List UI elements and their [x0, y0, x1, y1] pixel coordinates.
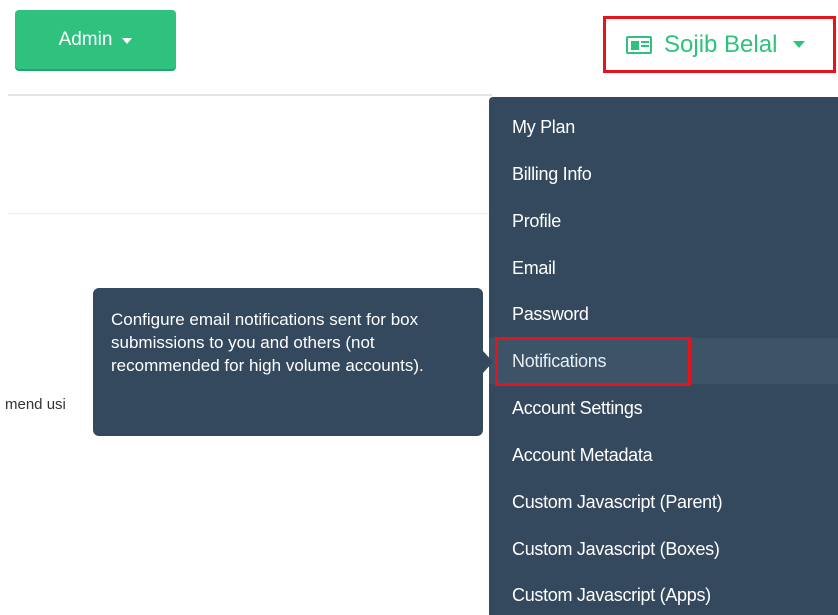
menu-item-my-plan[interactable]: My Plan: [489, 104, 838, 150]
user-menu-button[interactable]: Sojib Belal: [603, 16, 836, 73]
notifications-tooltip: Configure email notifications sent for b…: [93, 288, 483, 436]
menu-item-password[interactable]: Password: [489, 291, 838, 337]
menu-item-profile[interactable]: Profile: [489, 198, 838, 244]
admin-dropdown-button[interactable]: Admin: [15, 10, 176, 69]
caret-down-icon: [793, 41, 806, 48]
menu-item-account-settings[interactable]: Account Settings: [489, 385, 838, 431]
caret-down-icon: [122, 37, 133, 44]
divider: [8, 213, 492, 214]
user-name: Sojib Belal: [664, 30, 778, 58]
admin-button-label: Admin: [58, 28, 113, 50]
divider: [8, 94, 492, 96]
menu-item-custom-js-boxes[interactable]: Custom Javascript (Boxes): [489, 526, 838, 572]
notifications-highlight: [495, 337, 691, 386]
menu-item-email[interactable]: Email: [489, 245, 838, 291]
page: Admin Sojib Belal mend usi My Plan Billi…: [0, 0, 838, 615]
background-text: mend usi: [5, 396, 66, 413]
menu-item-custom-js-apps[interactable]: Custom Javascript (Apps): [489, 572, 838, 615]
id-card-icon: [626, 35, 652, 54]
menu-item-account-metadata[interactable]: Account Metadata: [489, 432, 838, 478]
tooltip-arrow: [483, 351, 493, 373]
menu-item-custom-js-parent[interactable]: Custom Javascript (Parent): [489, 479, 838, 525]
menu-item-billing-info[interactable]: Billing Info: [489, 151, 838, 197]
